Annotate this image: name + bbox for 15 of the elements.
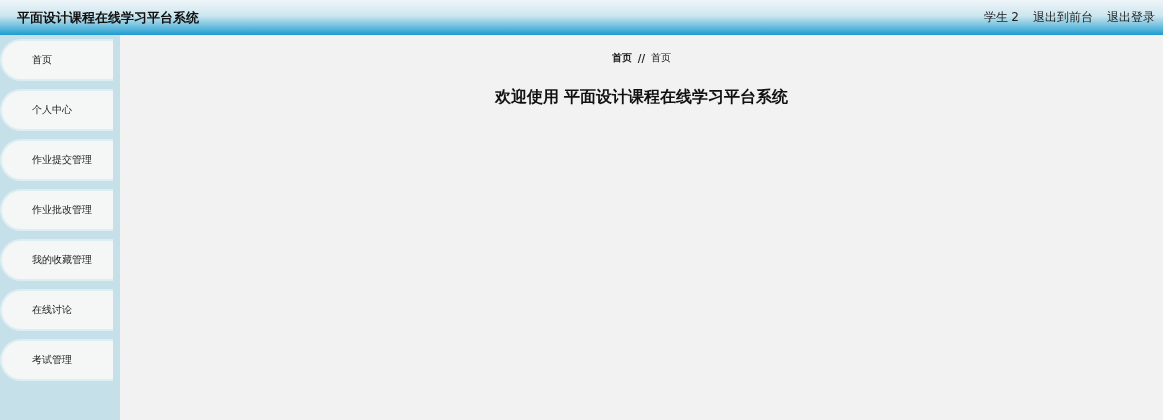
nav-item[interactable]: 我的收藏管理: [0, 239, 113, 281]
nav-item[interactable]: 个人中心: [0, 89, 113, 131]
nav-item[interactable]: 作业提交管理: [0, 139, 113, 181]
welcome-heading: 欢迎使用 平面设计课程在线学习平台系统: [494, 87, 789, 108]
breadcrumb-link[interactable]: 首页: [611, 51, 632, 65]
header-link[interactable]: 退出登录: [1107, 9, 1155, 26]
app-title: 平面设计课程在线学习平台系统: [17, 8, 199, 27]
nav-item[interactable]: 在线讨论: [0, 289, 113, 331]
user-name: 学生 2: [983, 9, 1019, 26]
header-link[interactable]: 退出到前台: [1033, 9, 1093, 26]
nav-item[interactable]: 首页: [0, 39, 113, 81]
breadcrumb-link[interactable]: 首页: [651, 51, 672, 65]
breadcrumb-separator: //: [637, 52, 646, 64]
nav-item[interactable]: 考试管理: [0, 339, 113, 381]
nav-item[interactable]: 作业批改管理: [0, 189, 113, 231]
